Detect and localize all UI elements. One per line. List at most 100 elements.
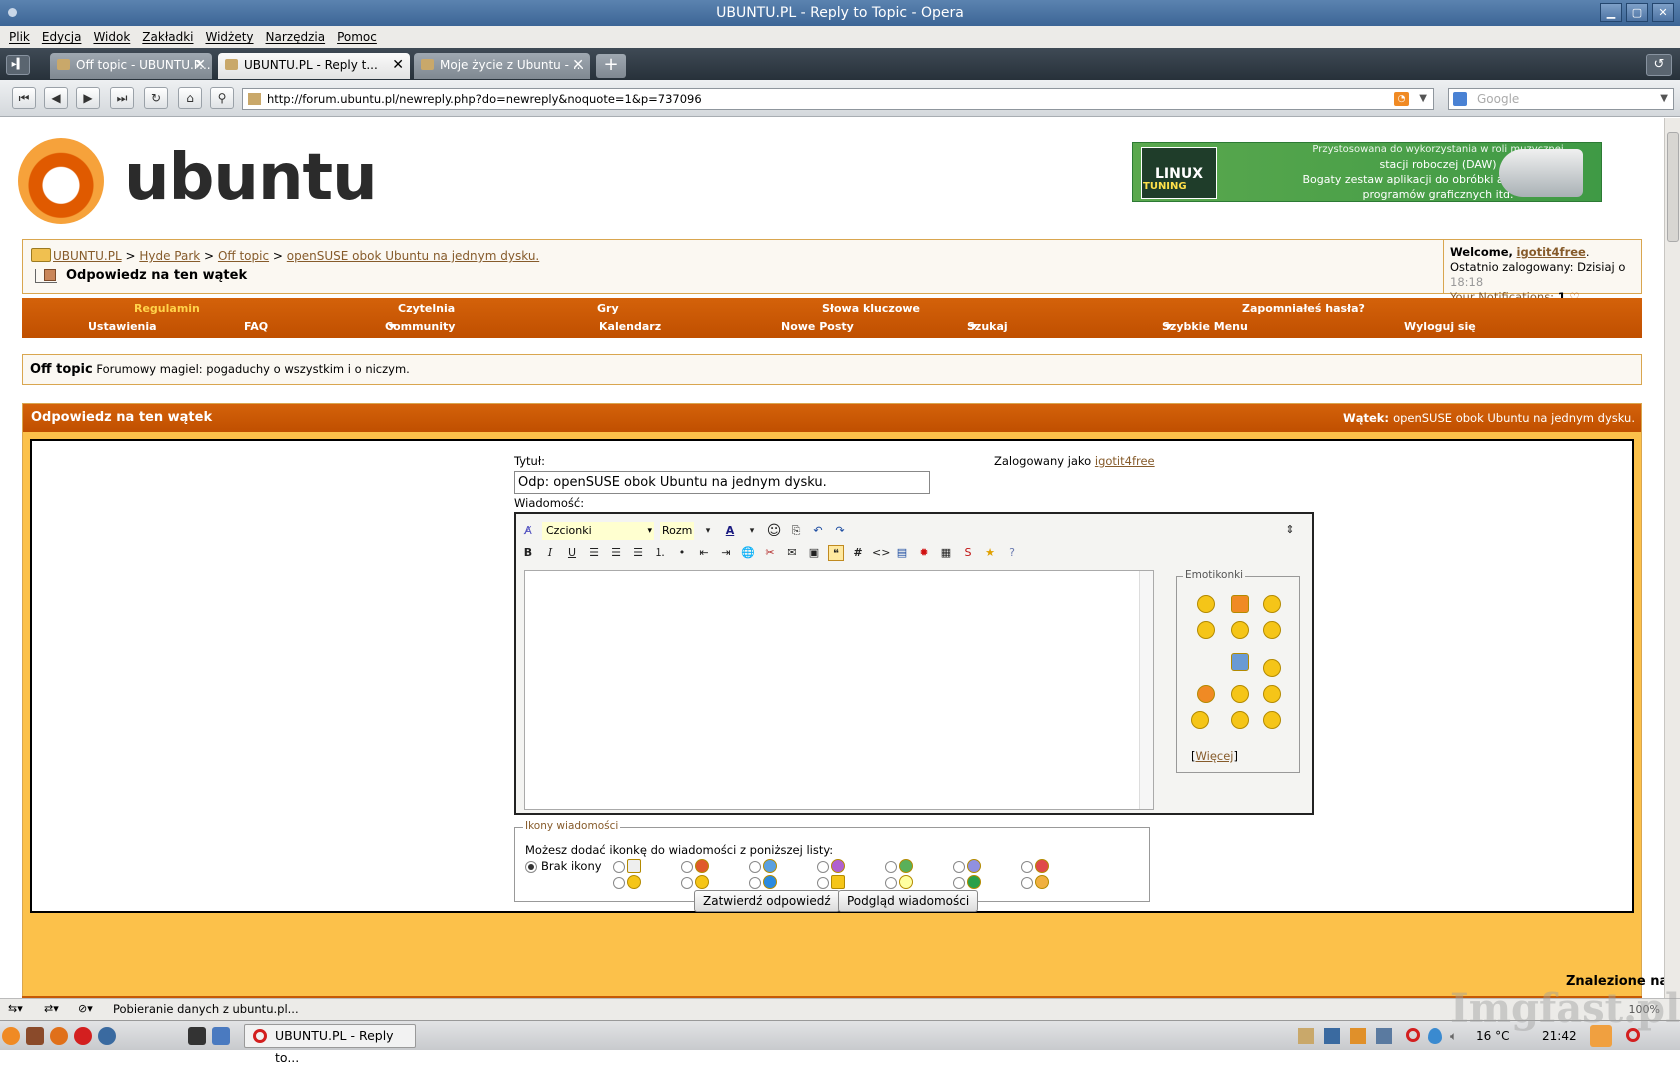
- align-center-icon[interactable]: ☰: [608, 545, 624, 561]
- smiley-icon[interactable]: ☺: [766, 523, 782, 539]
- tab-close-icon[interactable]: ✕: [572, 53, 584, 77]
- quote-icon[interactable]: ❝: [828, 545, 844, 561]
- ubuntu-logo[interactable]: ubuntu: [14, 126, 378, 226]
- icon-radio[interactable]: [613, 861, 625, 873]
- emoticon-icon[interactable]: [1263, 595, 1281, 613]
- nav-szukaj[interactable]: Szukaj: [967, 320, 1008, 333]
- attachment-icon[interactable]: ⎘: [788, 523, 804, 539]
- icon-radio[interactable]: [681, 877, 693, 889]
- menu-plik[interactable]: Plik: [9, 30, 30, 44]
- menu-zakladki[interactable]: Zakładki: [142, 30, 193, 44]
- search-input[interactable]: Google ▼: [1448, 88, 1674, 110]
- nav-ustawienia[interactable]: Ustawienia: [88, 320, 157, 333]
- back-button[interactable]: ◀: [44, 87, 68, 109]
- emoticon-icon[interactable]: [1231, 685, 1249, 703]
- submit-reply-button[interactable]: Zatwierdź odpowiedź: [694, 890, 840, 912]
- nav-kalendarz[interactable]: Kalendarz: [599, 320, 661, 333]
- page-scrollbar[interactable]: [1664, 118, 1680, 998]
- icon-radio[interactable]: [1021, 877, 1033, 889]
- menu-widzety[interactable]: Widżety: [205, 30, 253, 44]
- turbo-icon[interactable]: ⇄▾: [44, 999, 59, 1019]
- icon-radio[interactable]: [817, 877, 829, 889]
- unordered-list-icon[interactable]: •: [674, 545, 690, 561]
- taskbar-opera-window[interactable]: UBUNTU.PL - Reply to...: [244, 1024, 416, 1065]
- breadcrumb-off-topic[interactable]: Off topic: [218, 249, 269, 263]
- tab-close-icon[interactable]: ✕: [392, 53, 404, 77]
- spoiler-icon[interactable]: ✹: [916, 545, 932, 561]
- address-field[interactable]: http://forum.ubuntu.pl/newreply.php?do=n…: [242, 88, 1434, 110]
- security-icon[interactable]: ⊘▾: [78, 999, 93, 1019]
- help-icon[interactable]: ?: [1004, 545, 1020, 561]
- minimize-button[interactable]: ▁: [1600, 3, 1622, 22]
- firefox-icon[interactable]: [50, 1027, 68, 1045]
- chevron-down-icon[interactable]: ▼: [1660, 89, 1668, 109]
- icon-radio[interactable]: [749, 861, 761, 873]
- icon-radio[interactable]: [817, 861, 829, 873]
- menu-pomoc[interactable]: Pomoc: [337, 30, 377, 44]
- strike-icon[interactable]: S: [960, 545, 976, 561]
- breadcrumb-hyde-park[interactable]: Hyde Park: [139, 249, 200, 263]
- icon-radio[interactable]: [885, 861, 897, 873]
- chevron-down-icon[interactable]: ▾: [700, 523, 716, 539]
- emoticon-icon[interactable]: [1231, 711, 1249, 729]
- maximize-button[interactable]: ▢: [1626, 3, 1648, 22]
- emoticon-icon[interactable]: [1263, 685, 1281, 703]
- remove-format-icon[interactable]: A̸: [520, 523, 536, 539]
- icon-radio[interactable]: [681, 861, 693, 873]
- tab-moje-zycie[interactable]: Moje życie z Ubuntu - ... ✕: [414, 53, 590, 79]
- workspace-icon[interactable]: [212, 1027, 230, 1045]
- emoticon-icon[interactable]: [1231, 595, 1249, 613]
- nav-regulamin[interactable]: Regulamin: [134, 302, 200, 315]
- wifi-icon[interactable]: [1376, 1028, 1392, 1044]
- nav-czytelnia[interactable]: Czytelnia: [398, 302, 455, 315]
- ubuntu-menu-icon[interactable]: [2, 1027, 20, 1045]
- emoticon-icon[interactable]: [1263, 711, 1281, 729]
- size-select[interactable]: Rozm: [660, 522, 694, 540]
- bold-icon[interactable]: B: [520, 545, 536, 561]
- close-window-button[interactable]: ✕: [1652, 3, 1674, 22]
- icon-radio[interactable]: [1021, 861, 1033, 873]
- logged-user-link[interactable]: igotit4free: [1095, 454, 1155, 468]
- menu-widok[interactable]: Widok: [93, 30, 130, 44]
- underline-icon[interactable]: U: [564, 545, 580, 561]
- no-icon-radio[interactable]: [525, 861, 537, 873]
- italic-icon[interactable]: I: [542, 545, 558, 561]
- reload-button[interactable]: ↻: [144, 87, 168, 109]
- emoticon-icon[interactable]: [1197, 621, 1215, 639]
- star-icon[interactable]: ★: [982, 545, 998, 561]
- film-icon[interactable]: [26, 1027, 44, 1045]
- email-icon[interactable]: ✉: [784, 545, 800, 561]
- emoticon-icon[interactable]: [1191, 711, 1209, 729]
- nav-zapomniales-hasla[interactable]: Zapomniałeś hasła?: [1242, 302, 1365, 315]
- opera-tray-icon[interactable]: [1406, 1028, 1420, 1042]
- drop-icon[interactable]: [1428, 1028, 1442, 1044]
- icon-radio[interactable]: [613, 877, 625, 889]
- indent-icon[interactable]: ⇥: [718, 545, 734, 561]
- panel-toggle-button[interactable]: ▸▍: [6, 55, 30, 75]
- emoticon-icon[interactable]: [1263, 621, 1281, 639]
- align-right-icon[interactable]: ☰: [630, 545, 646, 561]
- breadcrumb-thread[interactable]: openSUSE obok Ubuntu na jednym dysku.: [287, 249, 539, 263]
- icon-radio[interactable]: [749, 877, 761, 889]
- note-icon[interactable]: ▦: [938, 545, 954, 561]
- redo-icon[interactable]: ↷: [832, 523, 848, 539]
- undo-icon[interactable]: ↶: [810, 523, 826, 539]
- fast-forward-button[interactable]: ⏭: [110, 87, 134, 109]
- rewind-button[interactable]: ⏮: [12, 87, 36, 109]
- wand-button[interactable]: ⚲: [210, 87, 234, 109]
- tab-reply-to-topic[interactable]: UBUNTU.PL - Reply t... ✕: [218, 53, 410, 79]
- network-signal-icon[interactable]: [1324, 1028, 1340, 1044]
- menu-narzedzia[interactable]: Narzędzia: [266, 30, 326, 44]
- image-icon[interactable]: ▣: [806, 545, 822, 561]
- terminal-icon[interactable]: [188, 1027, 206, 1045]
- icon-radio[interactable]: [953, 877, 965, 889]
- tab-off-topic[interactable]: Off topic - UBUNTU.P... ✕: [50, 53, 212, 79]
- text-color-icon[interactable]: A: [722, 523, 738, 539]
- emoticon-icon[interactable]: [1263, 659, 1281, 677]
- tab-close-icon[interactable]: ✕: [194, 53, 206, 77]
- preview-button[interactable]: Podgląd wiadomości: [838, 890, 979, 912]
- align-left-icon[interactable]: ☰: [586, 545, 602, 561]
- chevron-down-icon[interactable]: ▾: [744, 523, 760, 539]
- nav-gry[interactable]: Gry: [597, 302, 619, 315]
- nav-nowe-posty[interactable]: Nowe Posty: [781, 320, 854, 333]
